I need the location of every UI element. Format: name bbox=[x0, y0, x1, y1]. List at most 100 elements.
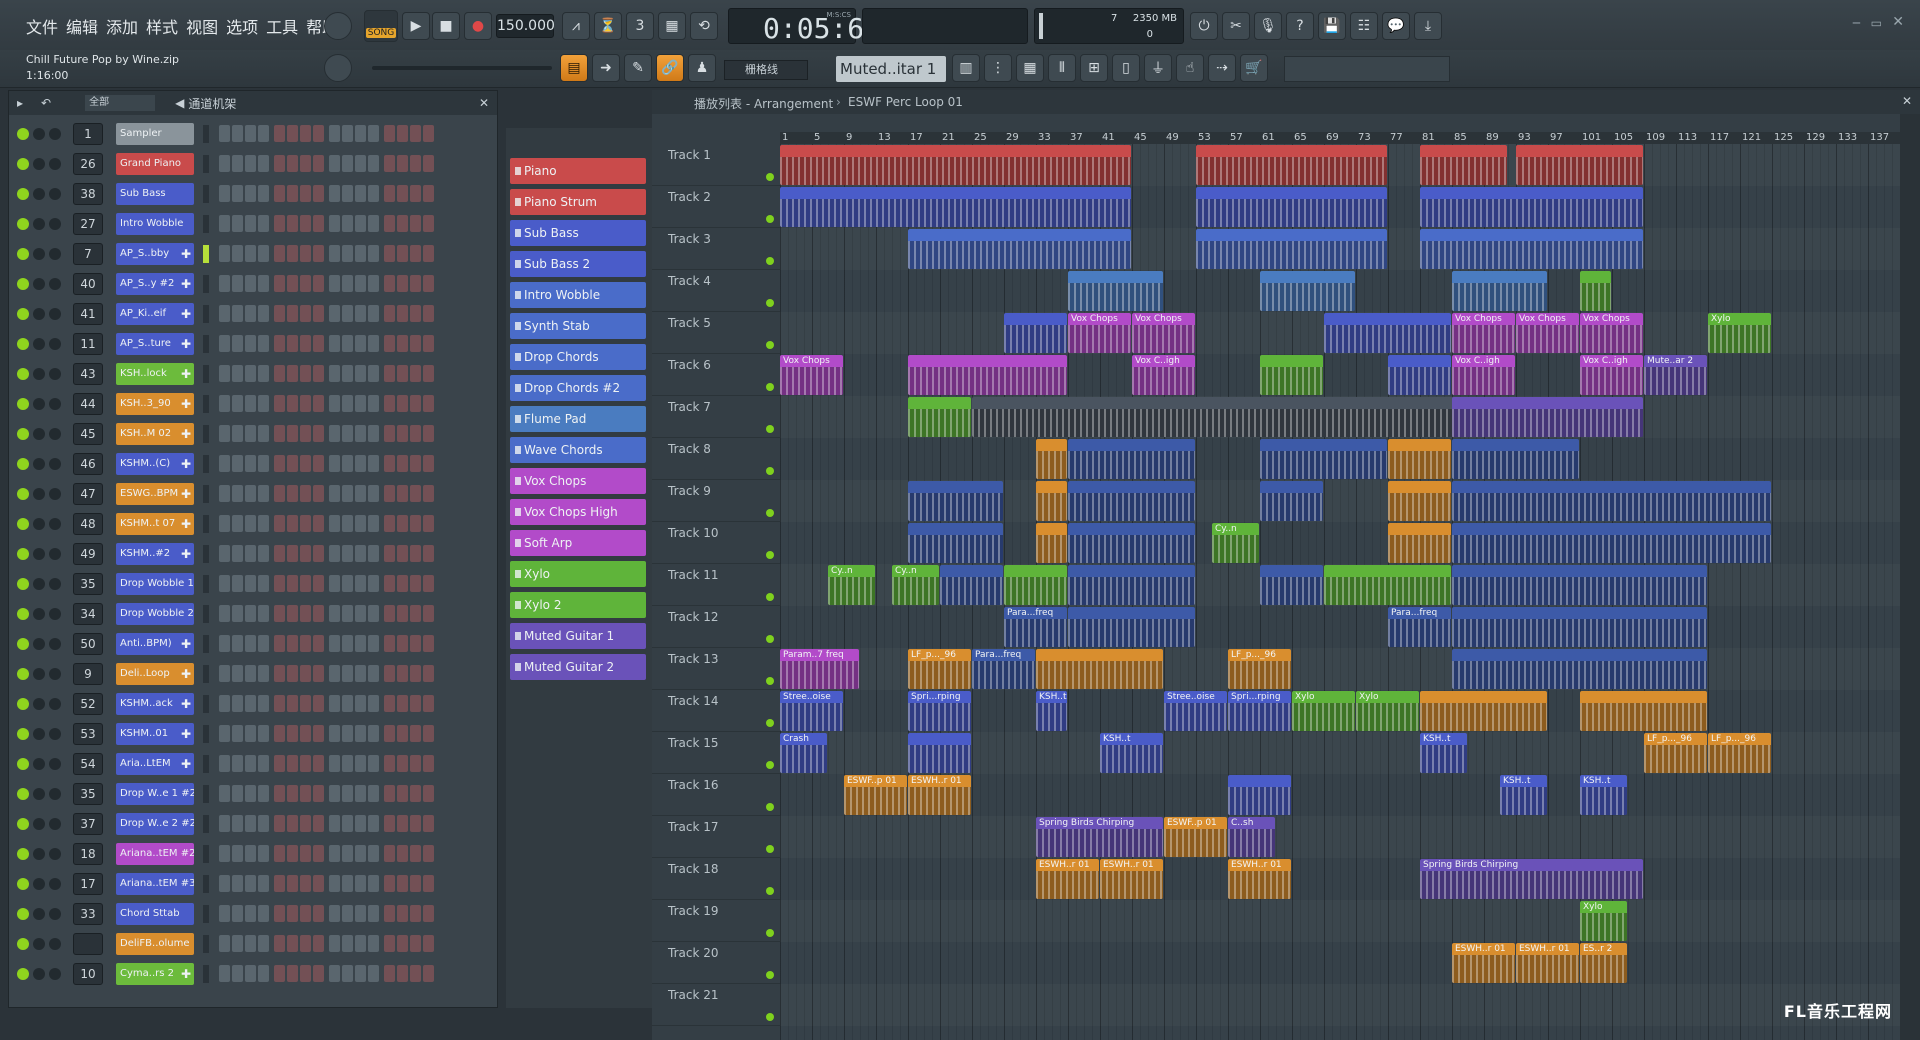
step-button[interactable] bbox=[342, 455, 353, 472]
step-button[interactable] bbox=[397, 665, 408, 682]
step-button[interactable] bbox=[245, 245, 256, 262]
step-button[interactable] bbox=[287, 155, 298, 172]
step-sequencer[interactable] bbox=[219, 335, 434, 352]
track-mute-led[interactable] bbox=[766, 677, 774, 685]
step-button[interactable] bbox=[219, 875, 230, 892]
playlist-clip[interactable]: Xylo bbox=[1708, 313, 1771, 353]
step-button[interactable] bbox=[368, 665, 379, 682]
playlist-clip[interactable]: ESWH..r 01 bbox=[1516, 943, 1579, 983]
step-button[interactable] bbox=[258, 545, 269, 562]
step-button[interactable] bbox=[300, 635, 311, 652]
channel-led[interactable] bbox=[17, 308, 29, 320]
step-button[interactable] bbox=[342, 695, 353, 712]
step-button[interactable] bbox=[232, 905, 243, 922]
step-button[interactable] bbox=[300, 845, 311, 862]
step-button[interactable] bbox=[384, 935, 395, 952]
step-button[interactable] bbox=[287, 905, 298, 922]
channel-led[interactable] bbox=[17, 248, 29, 260]
menu-view[interactable]: 视图 bbox=[186, 14, 218, 38]
pattern-item[interactable]: Intro Wobble bbox=[510, 282, 646, 308]
step-button[interactable] bbox=[245, 185, 256, 202]
step-button[interactable] bbox=[258, 755, 269, 772]
step-button[interactable] bbox=[397, 305, 408, 322]
step-sequencer[interactable] bbox=[219, 245, 434, 262]
step-button[interactable] bbox=[355, 215, 366, 232]
playlist-clip[interactable]: Cy..n bbox=[1212, 523, 1259, 563]
step-button[interactable] bbox=[274, 515, 285, 532]
step-button[interactable] bbox=[355, 155, 366, 172]
channel-volume-knob[interactable] bbox=[49, 638, 61, 650]
step-button[interactable] bbox=[274, 725, 285, 742]
channel-led[interactable] bbox=[17, 488, 29, 500]
step-button[interactable] bbox=[258, 185, 269, 202]
step-button[interactable] bbox=[342, 395, 353, 412]
playlist-clip[interactable]: Stree..oise bbox=[780, 691, 843, 731]
step-button[interactable] bbox=[423, 365, 434, 382]
channel-pan-knob[interactable] bbox=[33, 908, 45, 920]
step-button[interactable] bbox=[245, 425, 256, 442]
channel-name-button[interactable]: AP_S..ture bbox=[116, 333, 194, 355]
channel-led[interactable] bbox=[17, 728, 29, 740]
step-button[interactable] bbox=[274, 875, 285, 892]
channel-pan-knob[interactable] bbox=[33, 308, 45, 320]
channel-name-button[interactable]: ESWG..BPM bbox=[116, 483, 194, 505]
channel-mixer-track[interactable]: 53 bbox=[73, 723, 103, 745]
step-sequencer[interactable] bbox=[219, 125, 434, 142]
channel-mixer-track[interactable]: 44 bbox=[73, 393, 103, 415]
step-button[interactable] bbox=[368, 905, 379, 922]
playlist-clip[interactable] bbox=[1324, 565, 1451, 605]
step-button[interactable] bbox=[397, 125, 408, 142]
step-button[interactable] bbox=[287, 725, 298, 742]
step-button[interactable] bbox=[313, 305, 324, 322]
track-header[interactable]: Track 12 bbox=[652, 606, 780, 648]
step-button[interactable] bbox=[410, 545, 421, 562]
step-button[interactable] bbox=[410, 155, 421, 172]
playlist-clip[interactable] bbox=[908, 355, 1067, 395]
step-button[interactable] bbox=[355, 245, 366, 262]
channel-select[interactable] bbox=[203, 275, 209, 293]
step-sequencer[interactable] bbox=[219, 305, 434, 322]
step-button[interactable] bbox=[232, 545, 243, 562]
playlist-clip[interactable]: Stree..oise bbox=[1164, 691, 1227, 731]
channel-volume-knob[interactable] bbox=[49, 518, 61, 530]
step-sequencer[interactable] bbox=[219, 755, 434, 772]
step-sequencer[interactable] bbox=[219, 935, 434, 952]
mixer-view-button[interactable]: ⫴ bbox=[1048, 54, 1076, 82]
step-button[interactable] bbox=[258, 395, 269, 412]
track-header[interactable]: Track 11 bbox=[652, 564, 780, 606]
step-button[interactable] bbox=[410, 395, 421, 412]
step-button[interactable] bbox=[329, 845, 340, 862]
playlist-clip[interactable] bbox=[1196, 145, 1387, 185]
step-button[interactable] bbox=[300, 875, 311, 892]
channel-pan-knob[interactable] bbox=[33, 728, 45, 740]
step-button[interactable] bbox=[355, 335, 366, 352]
step-button[interactable] bbox=[313, 935, 324, 952]
playlist-clip[interactable] bbox=[1068, 565, 1195, 605]
play-button[interactable]: ▶ bbox=[402, 12, 430, 40]
step-button[interactable] bbox=[342, 305, 353, 322]
step-button[interactable] bbox=[368, 275, 379, 292]
step-button[interactable] bbox=[342, 425, 353, 442]
track-header[interactable]: Track 16 bbox=[652, 774, 780, 816]
channel-led[interactable] bbox=[17, 608, 29, 620]
step-button[interactable] bbox=[397, 515, 408, 532]
track-header[interactable]: Track 10 bbox=[652, 522, 780, 564]
step-button[interactable] bbox=[342, 155, 353, 172]
channel-mixer-track[interactable]: 49 bbox=[73, 543, 103, 565]
step-button[interactable] bbox=[245, 695, 256, 712]
step-button[interactable] bbox=[258, 365, 269, 382]
channel-pan-knob[interactable] bbox=[33, 368, 45, 380]
channel-volume-knob[interactable] bbox=[49, 428, 61, 440]
step-button[interactable] bbox=[384, 245, 395, 262]
channel-mixer-track[interactable]: 10 bbox=[73, 963, 103, 985]
channel-pan-knob[interactable] bbox=[33, 938, 45, 950]
channel-select[interactable] bbox=[203, 965, 209, 983]
step-button[interactable] bbox=[313, 575, 324, 592]
playlist-clip[interactable] bbox=[1452, 649, 1707, 689]
channel-pan-knob[interactable] bbox=[33, 578, 45, 590]
pattern-select[interactable]: Muted..itar 1 bbox=[836, 56, 946, 82]
step-button[interactable] bbox=[329, 365, 340, 382]
step-button[interactable] bbox=[274, 305, 285, 322]
step-button[interactable] bbox=[313, 965, 324, 982]
step-button[interactable] bbox=[245, 545, 256, 562]
